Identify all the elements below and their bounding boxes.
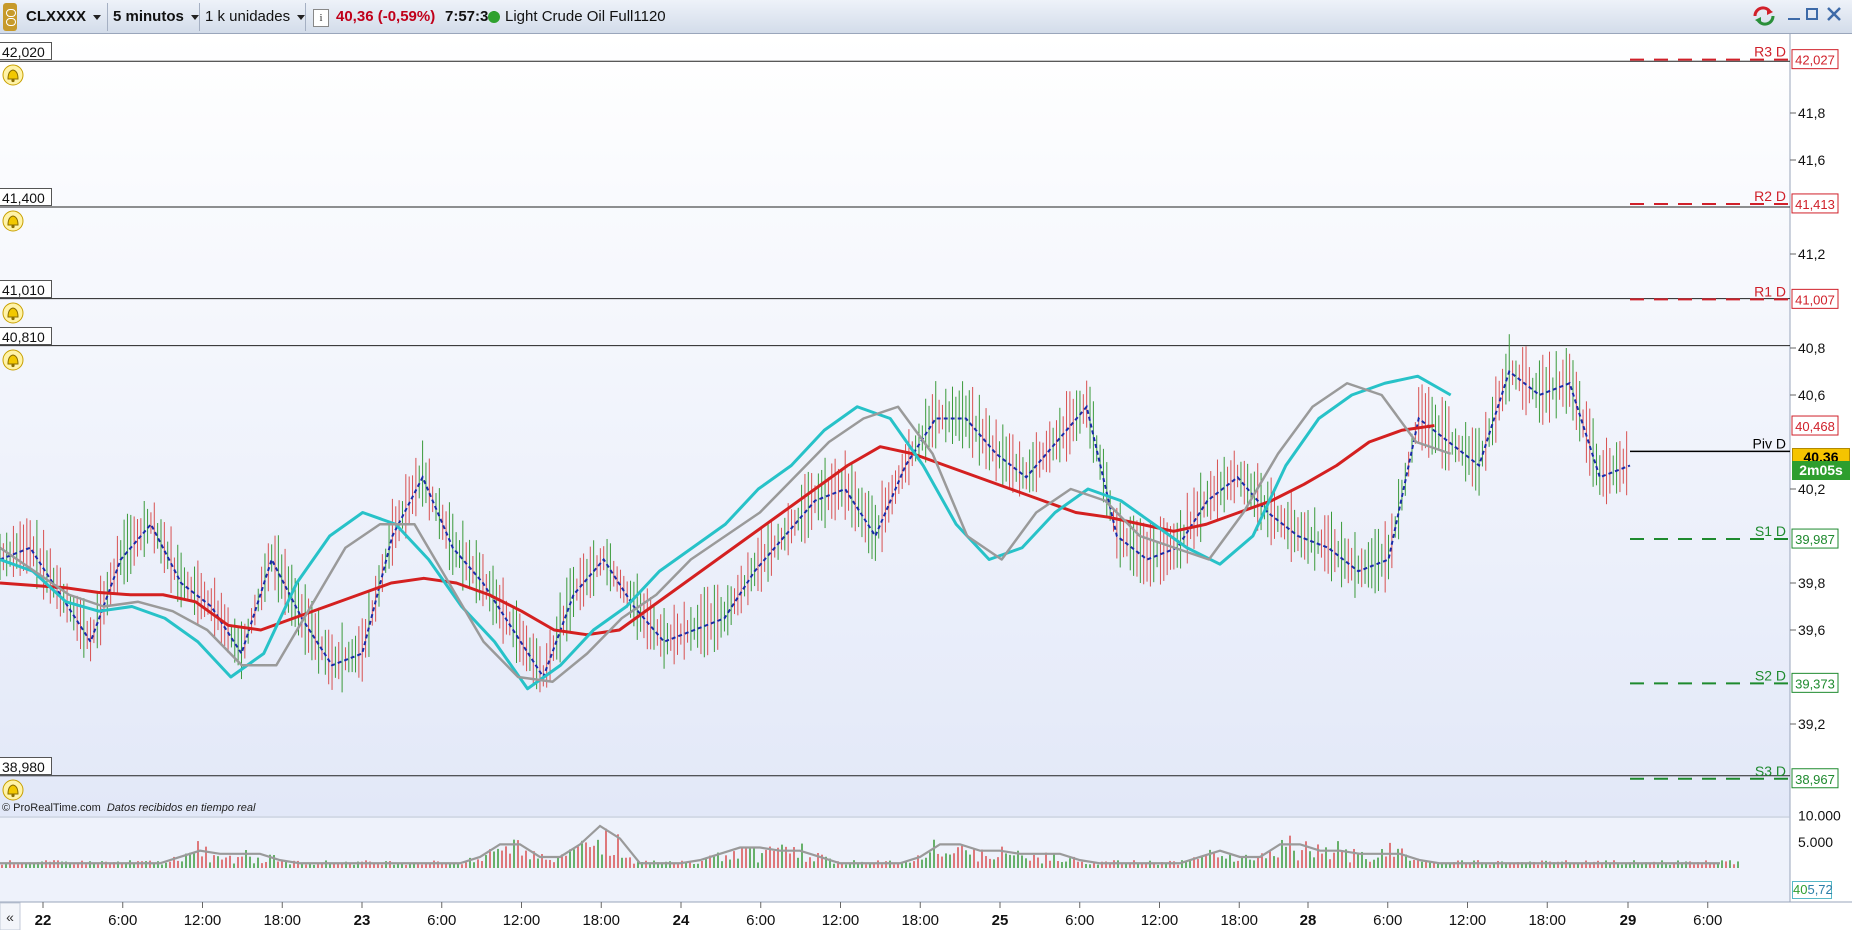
time-axis-hour-label: 12:00 [822,912,860,929]
site-credit: © ProRealTime.com [2,802,101,814]
price-tick-label: 39,2 [1798,716,1825,732]
close-icon[interactable] [1826,6,1842,22]
time-axis-day-label: 28 [1300,912,1317,929]
price-tick-label: 40,6 [1798,387,1825,403]
symbol-selector[interactable]: CLXXXX [26,4,102,30]
timeframe-label: 5 minutos [113,8,184,25]
time-axis-hour-label: 6:00 [746,912,775,929]
app-logo-icon [3,3,17,31]
time-axis-hour-label: 12:00 [1141,912,1179,929]
alert-bell-icon[interactable] [2,779,24,801]
time-axis-day-label: 23 [354,912,371,929]
scroll-left-button[interactable]: « [0,902,21,930]
pivot-name: Piv D [1753,435,1786,451]
info-icon[interactable]: i [313,9,329,27]
pivot-name: R2 D [1754,188,1786,204]
pivot-name: S2 D [1755,667,1786,683]
alert-bell-icon[interactable] [2,210,24,232]
time-axis-hour-label: 18:00 [582,912,620,929]
status-dot-icon [488,11,500,23]
alert-line-label: 42,020 [0,42,52,61]
toolbar-divider [305,3,306,31]
instrument-name: Light Crude Oil Full1120 [505,8,666,25]
price-change: 40,36 (-0,59%) [336,8,436,25]
price-tick-label: 40,8 [1798,340,1825,356]
units-selector[interactable]: 1 k unidades [205,4,306,30]
alert-bell-icon[interactable] [2,302,24,324]
time-axis-hour-label: 12:00 [1449,912,1487,929]
time-axis-hour-label: 18:00 [1528,912,1566,929]
volume-tick-label: 5.000 [1798,834,1833,850]
alert-line-label: 41,400 [0,188,52,206]
pivot-name: S3 D [1755,763,1786,779]
pivot-value: 41,007 [1795,292,1835,307]
alert-line-label: 38,980 [0,756,52,775]
alert-bell-icon[interactable] [2,349,24,371]
chevron-down-icon [297,14,306,20]
pivot-value: 39,987 [1795,532,1835,547]
time-axis-hour-label: 6:00 [1373,912,1402,929]
time-axis-hour-label: 6:00 [427,912,456,929]
pivot-name: R3 D [1754,44,1786,60]
refresh-icon[interactable] [1752,6,1776,26]
double-chevron-left-icon: « [6,909,14,925]
pivot-name: R1 D [1754,283,1786,299]
toolbar-divider [107,3,108,31]
price-tick-label: 41,6 [1798,152,1825,168]
time-axis-hour-label: 6:00 [1065,912,1094,929]
pivot-value: 38,967 [1795,772,1835,787]
pivot-value: 41,413 [1795,197,1835,212]
data-source-note: © ProRealTime.com Datos recibidos en tie… [2,802,255,814]
units-label: 1 k unidades [205,8,291,25]
pivot-name: S1 D [1755,523,1786,539]
time-axis-day-label: 25 [992,912,1009,929]
chart-toolbar: CLXXXX 5 minutos 1 k unidades i 40,36 (-… [0,0,1852,34]
price-tick-label: 41,8 [1798,105,1825,121]
maximize-icon[interactable] [1806,8,1818,20]
price-tick-label: 41,2 [1798,246,1825,262]
time-axis-hour-label: 12:00 [503,912,541,929]
ma-value-label: 40,468 [1795,419,1835,434]
price-tick-label: 39,8 [1798,575,1825,591]
data-status: Datos recibidos en tiempo real [106,802,256,814]
symbol-label: CLXXXX [26,8,87,25]
pivot-value: 39,373 [1795,676,1835,691]
chevron-down-icon [190,14,199,20]
time-axis-day-label: 29 [1620,912,1637,929]
time-axis-hour-label: 12:00 [184,912,222,929]
time-axis-day-label: 24 [673,912,690,929]
alert-bell-icon[interactable] [2,64,24,86]
volume-current-label: 405,72 [1792,881,1833,899]
time-axis-hour-label: 18:00 [263,912,301,929]
time-axis-hour-label: 18:00 [1220,912,1258,929]
timeframe-selector[interactable]: 5 minutos [113,4,199,30]
alert-line-label: 41,010 [0,279,52,298]
alert-line-label: 40,810 [0,326,52,345]
price-tick-label: 39,6 [1798,622,1825,638]
volume-tick-label: 10.000 [1798,808,1841,824]
pivot-value: 42,027 [1795,53,1835,68]
time-axis-hour-label: 6:00 [108,912,137,929]
time-axis-hour-label: 6:00 [1693,912,1722,929]
chevron-down-icon [93,14,102,20]
minimize-icon[interactable] [1788,18,1800,20]
time-axis-hour-label: 18:00 [901,912,939,929]
toolbar-divider [199,3,200,31]
time-axis-day-label: 22 [35,912,52,929]
price-chart[interactable]: R3 D 42,027 R2 D 41,413 R1 D 41,007 Piv D S1 D 3… [0,34,1852,930]
bar-countdown: 2m05s [1792,461,1850,480]
price-tick-label: 40,2 [1798,481,1825,497]
